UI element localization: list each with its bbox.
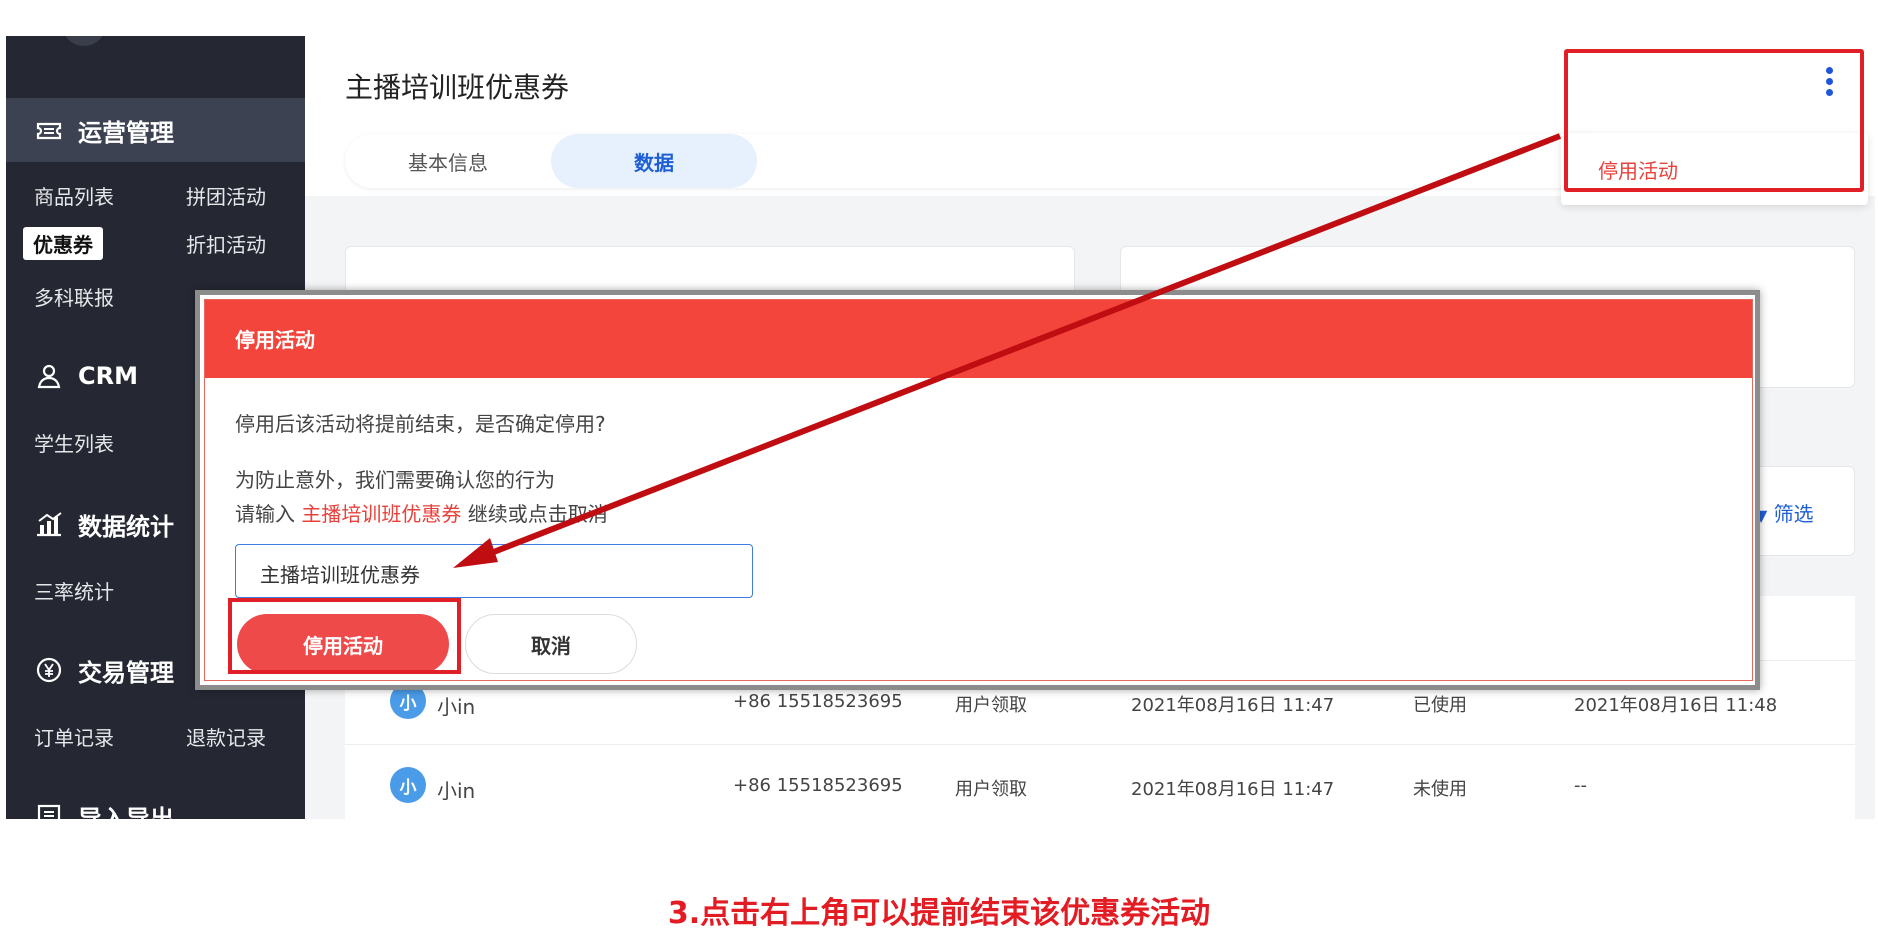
annotation-arrow-icon (453, 133, 1562, 568)
instruction-caption: 3.点击右上角可以提前结束该优惠券活动 (667, 896, 1211, 931)
app-screenshot: 运营管理 商品列表 拼团活动 优惠券 折扣活动 多科联报 CRM 学生列表 数据… (6, 36, 1875, 819)
